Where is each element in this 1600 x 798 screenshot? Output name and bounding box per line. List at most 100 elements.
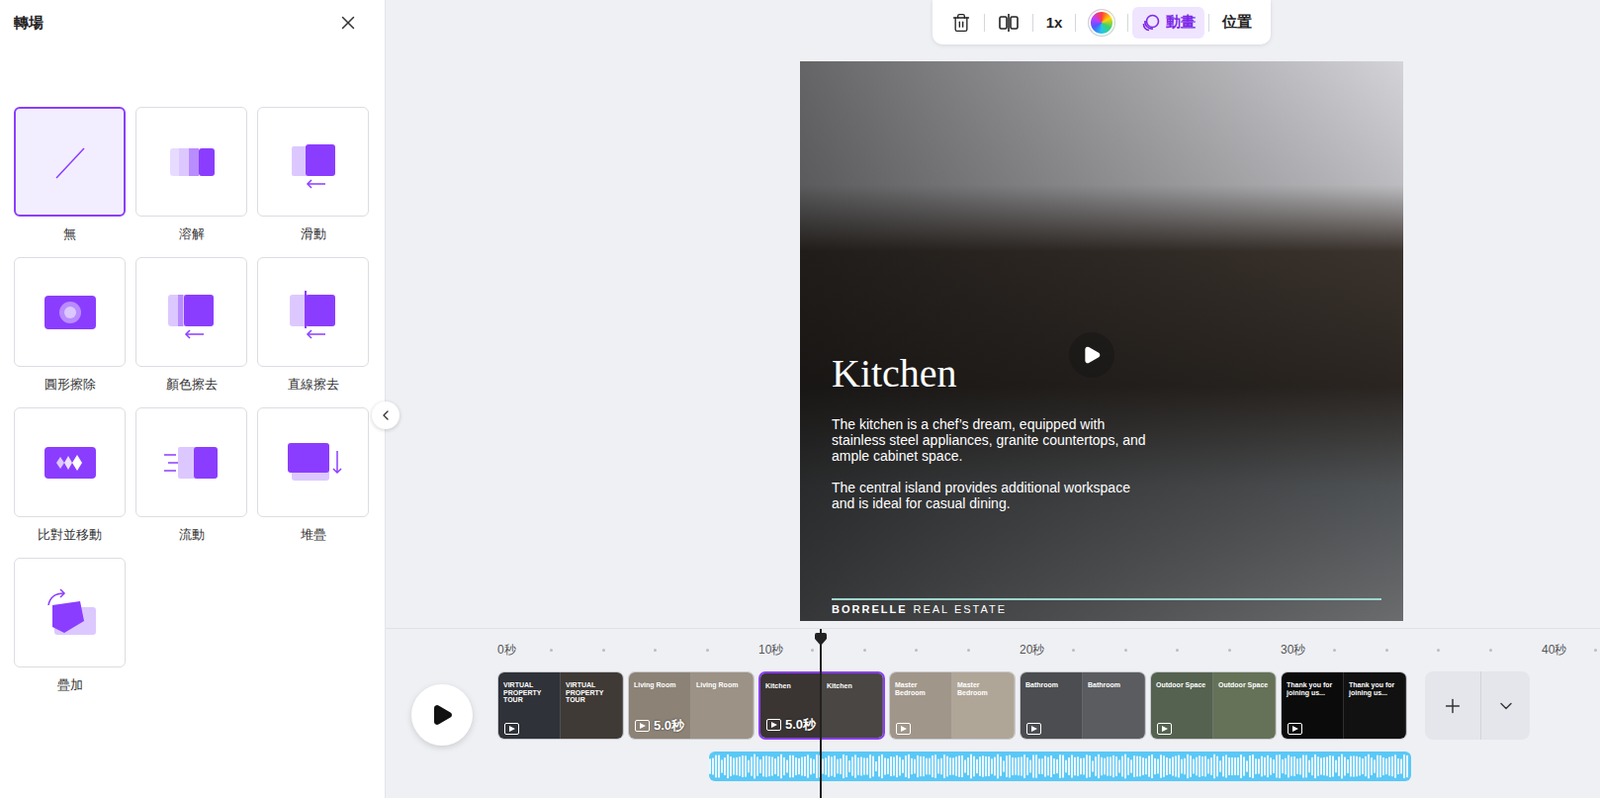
tick-dot	[549, 648, 553, 652]
tick-dot	[1436, 648, 1440, 652]
clip[interactable]: Master BedroomMaster Bedroom	[888, 671, 1016, 740]
speed-button[interactable]: 1x	[1037, 6, 1072, 39]
clip-title: Living Room	[696, 681, 749, 690]
playhead-pin-icon	[813, 632, 828, 647]
add-page-button[interactable]	[1424, 671, 1481, 740]
clip-title: Bathroom	[1087, 681, 1141, 690]
transition-tile[interactable]	[257, 257, 369, 367]
animate-button[interactable]: 動畫	[1132, 6, 1205, 39]
clip[interactable]: Outdoor Space Outdoor Space	[1150, 671, 1277, 740]
video-editor: 轉場無溶解 滑動圓形擦除顏色擦去 直線擦去比對並移動流動 堆疊疊加 1x 動畫位置 Kitc…	[0, 0, 1600, 798]
close-button[interactable]	[335, 9, 361, 36]
clip-thumbnail: Outdoor Space	[1151, 672, 1214, 739]
overlay-transition-icon	[40, 583, 100, 643]
color-wipe-transition-icon	[162, 282, 222, 343]
play-icon	[1081, 345, 1102, 365]
position-button[interactable]: 位置	[1213, 6, 1261, 39]
footer-line	[831, 598, 1382, 601]
clip-title: Outdoor Space	[1218, 681, 1271, 690]
transition-tile[interactable]	[257, 106, 369, 217]
brand-name[interactable]: BORRELLEREAL ESTATE	[831, 603, 1382, 616]
tick-dot	[1071, 648, 1075, 652]
line-wipe-transition-icon	[283, 282, 344, 343]
clip[interactable]: Living RoomLiving Room5.0秒	[627, 671, 755, 740]
audio-row	[497, 751, 1600, 782]
clip-thumbnail: Kitchen	[821, 673, 884, 738]
audio-track[interactable]	[709, 751, 1412, 782]
transition-tile[interactable]	[13, 106, 126, 217]
delete-button[interactable]	[942, 6, 980, 39]
transition-item[interactable]: 顏色擦去	[135, 257, 248, 408]
clip-title: Bathroom	[1025, 681, 1078, 690]
transition-item[interactable]: 直線擦去	[257, 257, 369, 408]
transition-item[interactable]: 溶解	[135, 106, 248, 258]
panel-header: 轉場	[13, 9, 371, 36]
clip-thumbnail: Master Bedroom	[889, 672, 953, 739]
collapse-panel-button[interactable]	[371, 401, 400, 430]
transition-item[interactable]: 圓形擦除	[13, 257, 126, 408]
trash-icon	[951, 12, 972, 33]
tick-label: 20秒	[1019, 641, 1072, 659]
transition-item[interactable]: 無	[13, 106, 126, 258]
stack-transition-icon	[283, 433, 344, 493]
plus-icon	[1441, 695, 1464, 717]
clip-badge	[1026, 722, 1042, 735]
ruler-segment: 10秒	[758, 639, 1020, 660]
design-canvas[interactable]: KitchenThe kitchen is a chef’s dream, eq…	[800, 61, 1404, 622]
play-button[interactable]	[411, 684, 473, 746]
add-page-group	[1424, 671, 1530, 740]
transition-label: 堆疊	[300, 526, 327, 544]
clip-title: Thank you for joining us...	[1348, 681, 1402, 697]
clip-badge	[1287, 722, 1303, 735]
transition-tile[interactable]	[13, 407, 126, 518]
transition-tile[interactable]	[135, 407, 248, 518]
transition-item[interactable]: 比對並移動	[13, 407, 126, 558]
transition-label: 顏色擦去	[166, 375, 218, 394]
more-button[interactable]	[1480, 671, 1530, 740]
play-icon	[430, 703, 454, 727]
clip[interactable]: Thank you for joining us... Thank you for…	[1280, 671, 1408, 740]
transition-item[interactable]: 堆疊	[257, 407, 369, 558]
clip-title: Master Bedroom	[957, 681, 1010, 697]
transition-grid: 無溶解 滑動圓形擦除顏色擦去 直線擦去比對並移動流動 堆疊疊加	[13, 106, 371, 709]
toolbar-divider	[1208, 13, 1210, 32]
color-button[interactable]	[1079, 6, 1124, 39]
tick-dot	[1594, 648, 1598, 652]
canvas-play-button[interactable]	[1068, 332, 1115, 378]
none-transition-icon	[40, 132, 100, 192]
transition-tile[interactable]	[13, 557, 126, 668]
transition-tile[interactable]	[135, 257, 248, 367]
tick-label: 0秒	[497, 641, 550, 659]
transition-item[interactable]: 滑動	[257, 106, 369, 258]
transition-item[interactable]: 流動	[135, 407, 248, 558]
transition-tile[interactable]	[13, 257, 126, 367]
playhead[interactable]	[819, 628, 822, 798]
canvas-paragraph[interactable]: The central island provides additional w…	[831, 479, 1149, 512]
clips-row: VIRTUAL PROPERTY TOURVIRTUAL PROPERTY TO…	[497, 671, 1600, 740]
clip[interactable]: VIRTUAL PROPERTY TOURVIRTUAL PROPERTY TO…	[497, 671, 624, 740]
transition-item[interactable]: 疊加	[13, 557, 126, 709]
transition-label: 溶解	[178, 225, 205, 244]
canvas-paragraph[interactable]: The kitchen is a chef’s dream, equipped …	[831, 416, 1149, 464]
video-icon	[1156, 722, 1172, 735]
animate-icon	[1141, 12, 1161, 33]
tick-dot	[1228, 648, 1232, 652]
transition-tile[interactable]	[257, 407, 369, 518]
ruler-segment: 40秒	[1541, 639, 1600, 660]
clip-thumbnail: Outdoor Space	[1213, 672, 1276, 739]
clip-thumbnail: Master Bedroom	[952, 672, 1015, 739]
canvas-footer: BORRELLEREAL ESTATE	[831, 598, 1382, 616]
transition-label: 流動	[178, 526, 205, 544]
clip-thumbnail: Thank you for joining us...	[1343, 672, 1407, 739]
clip[interactable]: Bathroom Bathroom	[1019, 671, 1147, 740]
clip-thumbnail: Bathroom	[1020, 672, 1083, 739]
tick-dot	[967, 648, 971, 652]
split-button[interactable]	[988, 6, 1029, 39]
toolbar-divider	[1127, 13, 1129, 32]
clip[interactable]: KitchenKitchen5.0秒	[758, 671, 886, 740]
canvas-content: KitchenThe kitchen is a chef’s dream, eq…	[831, 61, 1382, 528]
clip-title: Thank you for joining us...	[1286, 681, 1339, 697]
transition-tile[interactable]	[135, 106, 248, 217]
transitions-panel: 轉場無溶解 滑動圓形擦除顏色擦去 直線擦去比對並移動流動 堆疊疊加	[0, 0, 386, 798]
chevron-left-icon	[377, 407, 394, 424]
